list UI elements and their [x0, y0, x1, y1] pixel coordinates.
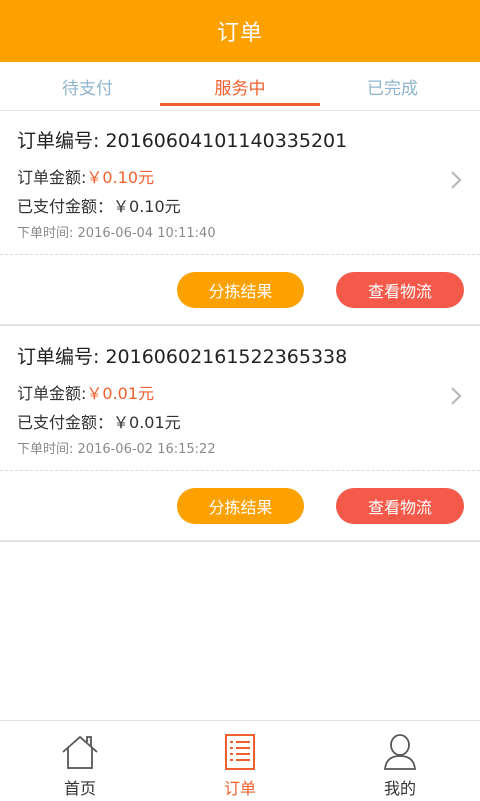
order-amount-label: 订单金额: [17, 384, 87, 403]
nav-label-me: 我的 [383, 779, 416, 798]
paid-amount-label: 已支付金额： [17, 197, 114, 216]
dashed-divider [0, 254, 480, 255]
order-amount: 订单金额:￥0.01元 [17, 380, 154, 404]
order-time-label: 下单时间: [17, 226, 74, 241]
order-time: 下单时间: 2016-06-02 16:15:22 [17, 438, 216, 457]
order-amount: 订单金额:￥0.10元 [17, 164, 154, 188]
app-header: 订单 [0, 0, 480, 62]
paid-amount: 已支付金额：￥0.10元 [17, 193, 181, 217]
paid-amount-label: 已支付金额： [17, 413, 114, 432]
paid-amount-value: ￥0.10元 [113, 197, 181, 216]
order-amount-value: ￥0.01元 [86, 384, 155, 403]
order-separator [0, 540, 480, 542]
tab-completed[interactable]: 已完成 [305, 62, 480, 110]
nav-item-me[interactable]: 我的 [320, 721, 480, 801]
tab-pending-payment[interactable]: 待支付 [0, 62, 175, 110]
nav-item-home[interactable]: 首页 [0, 721, 160, 801]
order-number-label: 订单编号: [17, 346, 100, 368]
order-number: 订单编号: 20160602161522365338 [17, 342, 347, 369]
order-time-value: 2016-06-02 16:15:22 [77, 442, 216, 457]
nav-item-orders[interactable]: 订单 [160, 721, 320, 801]
tabs-divider [0, 110, 480, 111]
chevron-right-icon [451, 171, 462, 189]
order-time-value: 2016-06-04 10:11:40 [77, 226, 216, 241]
order-time: 下单时间: 2016-06-04 10:11:40 [17, 222, 216, 241]
order-number: 订单编号: 20160604101140335201 [17, 126, 347, 153]
order-number-label: 订单编号: [17, 130, 100, 152]
order-separator [0, 324, 480, 326]
order-number-value: 20160604101140335201 [105, 130, 348, 152]
home-icon [62, 736, 98, 769]
order-amount-label: 订单金额: [17, 168, 87, 187]
order-amount-value: ￥0.10元 [86, 168, 155, 187]
dashed-divider [0, 470, 480, 471]
order-status-tabs: 待支付 服务中 已完成 [0, 62, 480, 110]
sort-result-button[interactable]: 分拣结果 [177, 488, 304, 524]
order-info-row[interactable]: 订单编号: 20160602161522365338 订单金额:￥0.01元 已… [0, 330, 480, 472]
page-title: 订单 [216, 21, 263, 46]
sort-result-button[interactable]: 分拣结果 [177, 272, 304, 308]
nav-label-home: 首页 [63, 779, 96, 798]
user-icon [384, 734, 416, 770]
paid-amount-value: ￥0.01元 [113, 413, 181, 432]
paid-amount: 已支付金额：￥0.01元 [17, 409, 181, 433]
bottom-navigation: 首页 订单 我的 [0, 720, 480, 801]
chevron-right-icon [451, 387, 462, 405]
active-tab-indicator [160, 103, 320, 106]
order-time-label: 下单时间: [17, 442, 74, 457]
nav-label-orders: 订单 [223, 779, 256, 798]
view-logistics-button[interactable]: 查看物流 [336, 488, 464, 524]
order-info-row[interactable]: 订单编号: 20160604101140335201 订单金额:￥0.10元 已… [0, 114, 480, 256]
view-logistics-button[interactable]: 查看物流 [336, 272, 464, 308]
order-number-value: 20160602161522365338 [105, 346, 348, 368]
order-list-icon [225, 734, 255, 770]
